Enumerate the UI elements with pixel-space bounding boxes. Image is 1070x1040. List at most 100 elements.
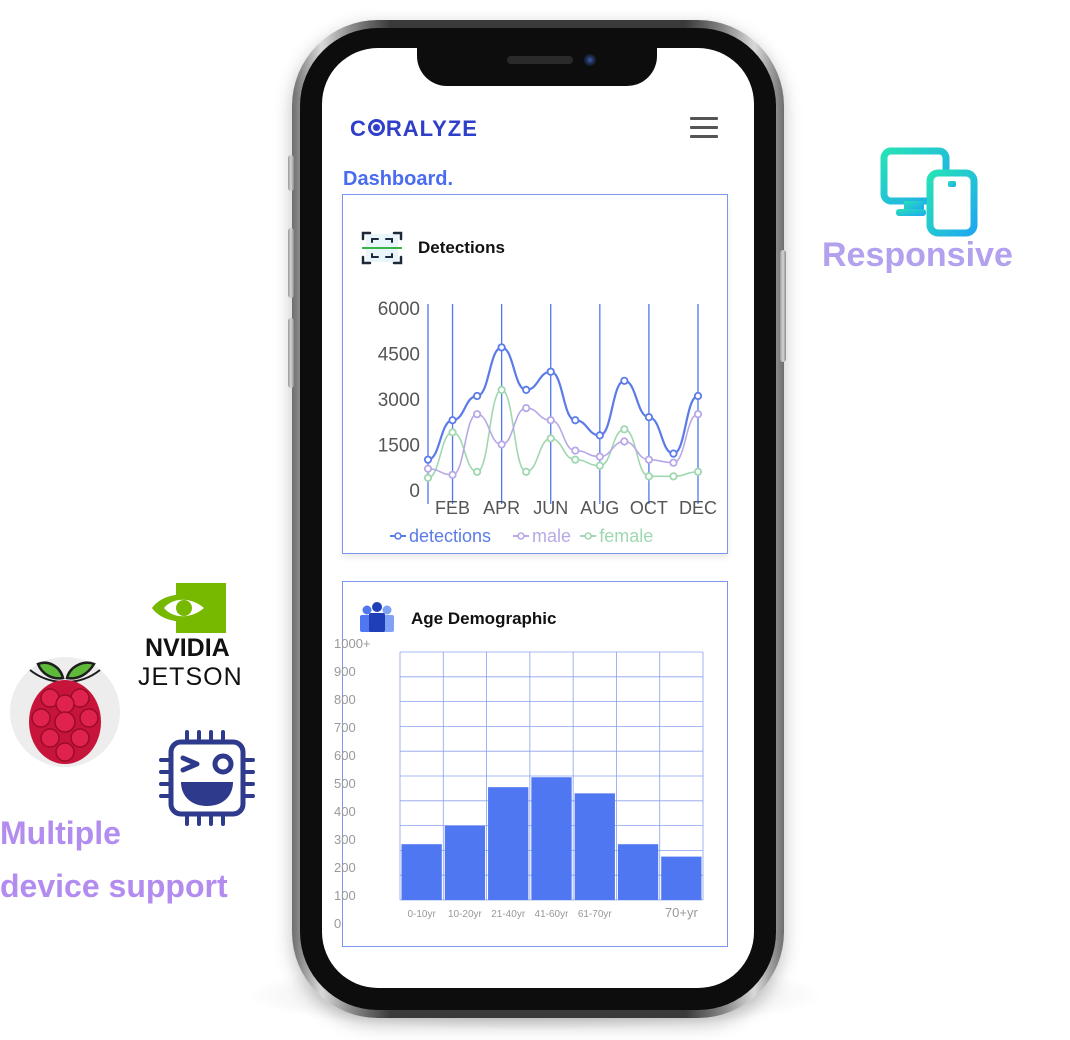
- y-tick-label: 400: [334, 804, 356, 819]
- bar-1: [444, 825, 486, 900]
- data-point-detections: [693, 391, 703, 401]
- y-tick-label: 300: [334, 832, 356, 847]
- raspberry-pi-icon: [10, 657, 120, 767]
- front-camera: [584, 54, 596, 66]
- data-point-male: [522, 404, 531, 413]
- data-point-detections: [620, 376, 629, 385]
- responsive-devices-icon[interactable]: [880, 147, 978, 237]
- data-point-female: [595, 461, 604, 470]
- x-tick-label: OCT: [630, 498, 668, 518]
- hamburger-menu-icon[interactable]: [690, 117, 718, 139]
- silent-switch: [288, 155, 294, 191]
- data-point-female: [669, 472, 678, 481]
- legend-label-male: male: [532, 526, 571, 546]
- bar-4: [574, 793, 615, 900]
- data-point-male: [669, 458, 678, 467]
- y-tick-label: 1500: [378, 436, 420, 457]
- data-point-female: [497, 385, 506, 395]
- data-point-female: [546, 434, 555, 443]
- data-point-male: [693, 410, 703, 419]
- page-title: Dashboard.: [343, 168, 454, 190]
- y-tick-label: 200: [334, 860, 356, 875]
- brand-text: C RALYZE: [350, 116, 478, 141]
- detections-title: Detections: [418, 238, 505, 257]
- bar-6: [661, 856, 702, 900]
- people-group-icon: [360, 602, 394, 632]
- scan-frame-icon: [361, 231, 403, 265]
- data-point-detections: [644, 413, 654, 422]
- x-tick-label: APR: [483, 498, 520, 518]
- multiple-label: Multiple: [0, 815, 121, 851]
- y-tick-label: 500: [334, 776, 356, 791]
- x-tick-label: 61-70yr: [578, 909, 613, 920]
- x-tick-label: JUN: [533, 498, 568, 518]
- x-tick-label: 70+yr: [665, 905, 699, 920]
- data-point-female: [522, 467, 531, 476]
- series-line-male: [427, 407, 699, 476]
- data-point-detections: [571, 416, 580, 425]
- legend-dot-detections: [394, 532, 402, 540]
- volume-up-button: [288, 228, 294, 298]
- x-tick-label: 41-60yr: [535, 909, 570, 920]
- legend-dot-male: [517, 532, 525, 540]
- data-point-male: [595, 452, 604, 461]
- data-point-male: [497, 440, 506, 449]
- nvidia-eye-icon: [150, 583, 226, 633]
- detections-line-chart: 0 1500 3000 4500 6000 FEB APR JUN AUG OCT DEC det…: [378, 299, 717, 546]
- y-tick-label: 700: [334, 720, 356, 735]
- chip-robot-icon: [159, 730, 255, 826]
- data-point-female: [693, 467, 703, 476]
- legend-label-female: female: [599, 526, 653, 546]
- data-point-male: [620, 437, 629, 446]
- bar-3: [531, 777, 572, 900]
- jetson-wordmark: JETSON: [138, 663, 243, 691]
- x-tick-label: DEC: [679, 498, 717, 518]
- nvidia-wordmark: NVIDIA: [145, 634, 230, 662]
- bar-5: [617, 844, 659, 900]
- x-tick-label: AUG: [580, 498, 619, 518]
- notch: [417, 44, 657, 86]
- y-tick-label: 0: [334, 916, 341, 931]
- data-point-female: [620, 425, 629, 434]
- logo-ring-icon: [367, 119, 385, 136]
- volume-down-button: [288, 318, 294, 388]
- data-point-detections: [669, 449, 678, 458]
- y-tick-label: 6000: [378, 299, 420, 320]
- data-point-male: [546, 416, 555, 425]
- data-point-detections: [472, 391, 482, 401]
- data-point-detections: [497, 343, 506, 352]
- y-tick-label: 4500: [378, 345, 420, 366]
- data-point-female: [472, 467, 482, 476]
- x-tick-label: FEB: [435, 498, 470, 518]
- brand-logo[interactable]: C RALYZE: [350, 116, 478, 142]
- data-point-male: [448, 470, 457, 479]
- power-button: [780, 250, 786, 362]
- y-tick-label: 0: [409, 481, 420, 502]
- bar-0: [401, 844, 442, 900]
- data-point-detections: [595, 431, 604, 440]
- data-point-male: [423, 464, 433, 473]
- series-line-detections: [427, 346, 699, 461]
- x-tick-label: 10-20yr: [448, 909, 483, 920]
- data-point-detections: [546, 367, 555, 376]
- y-tick-label: 900: [334, 664, 356, 679]
- responsive-label: Responsive: [822, 236, 1013, 274]
- y-tick-label: 800: [334, 692, 356, 707]
- legend-label-detections: detections: [409, 526, 491, 546]
- data-point-female: [423, 473, 433, 482]
- data-point-detections: [522, 385, 531, 395]
- data-point-male: [644, 455, 654, 464]
- data-point-male: [571, 446, 580, 455]
- age-demographic-title: Age Demographic: [411, 609, 557, 628]
- data-point-female: [644, 472, 654, 481]
- bar-2: [488, 787, 529, 900]
- data-point-detections: [423, 455, 433, 464]
- data-point-female: [448, 428, 457, 437]
- legend-dot-female: [584, 532, 592, 540]
- x-tick-label: 21-40yr: [491, 909, 526, 920]
- speaker-grille: [507, 56, 573, 64]
- y-tick-label: 100: [334, 888, 356, 903]
- x-tick-label: 0-10yr: [407, 909, 436, 920]
- data-point-female: [571, 455, 580, 464]
- y-tick-label: 600: [334, 748, 356, 763]
